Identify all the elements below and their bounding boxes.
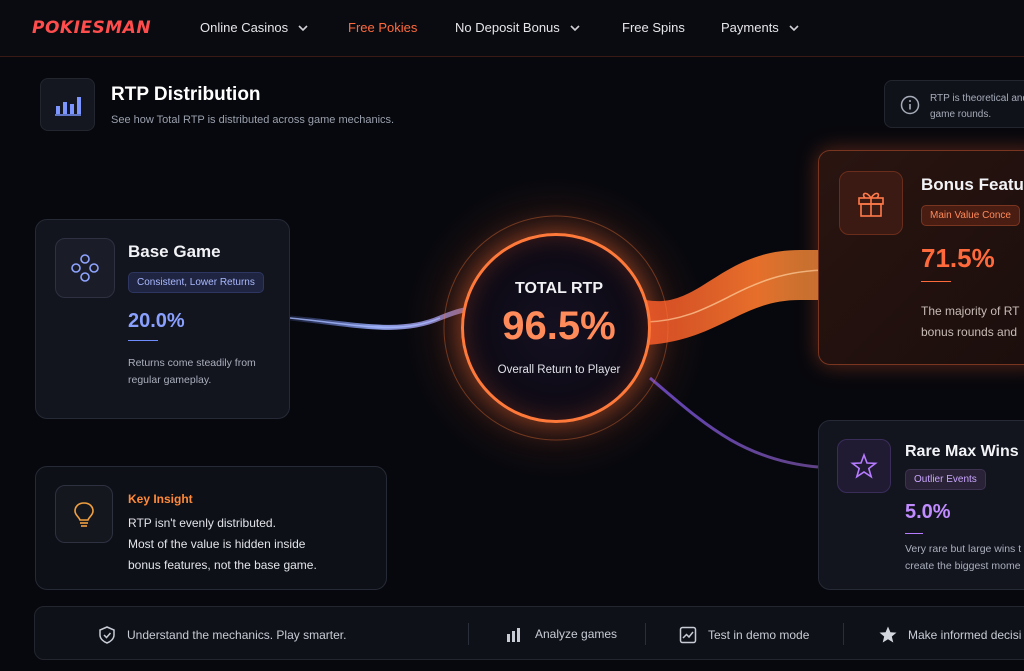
footer-item-analyze[interactable]: Analyze games bbox=[505, 625, 617, 643]
rare-desc: Very rare but large wins t create the bi… bbox=[905, 541, 1021, 575]
total-rtp-caption: Overall Return to Player bbox=[497, 364, 621, 376]
footer-item-understand: Understand the mechanics. Play smarter. bbox=[97, 625, 346, 645]
base-title: Base Game bbox=[128, 242, 221, 261]
base-tag: Consistent, Lower Returns bbox=[128, 272, 264, 293]
bar-chart-icon bbox=[507, 628, 520, 642]
rare-tag: Outlier Events bbox=[905, 469, 986, 490]
bonus-desc-line: The majority of RT bbox=[921, 304, 1020, 318]
bonus-tag: Main Value Conce bbox=[921, 205, 1020, 226]
footer-item-decisions[interactable]: Make informed decisi bbox=[878, 625, 1021, 645]
gamepad-icon bbox=[71, 254, 99, 282]
total-rtp-label: TOTAL RTP bbox=[515, 280, 603, 297]
key-insight-card: Key Insight RTP isn't evenly distributed… bbox=[35, 466, 387, 590]
insight-line: RTP isn't evenly distributed. bbox=[128, 516, 276, 530]
divider bbox=[645, 623, 646, 645]
base-icon-box bbox=[55, 238, 115, 298]
shield-check-icon bbox=[99, 626, 115, 644]
star-icon bbox=[850, 452, 878, 479]
base-game-card[interactable]: Base Game Consistent, Lower Returns 20.0… bbox=[35, 219, 290, 419]
base-desc-line: Returns come steadily from bbox=[128, 357, 256, 369]
divider bbox=[468, 623, 469, 645]
base-value: 20.0% bbox=[128, 310, 185, 332]
bonus-desc-line: bonus rounds and bbox=[921, 325, 1018, 339]
rare-max-wins-card[interactable]: Rare Max Wins Outlier Events 5.0% Very r… bbox=[818, 420, 1024, 590]
total-rtp-circle: TOTAL RTP 96.5% Overall Return to Player bbox=[461, 233, 651, 423]
gift-icon bbox=[858, 192, 884, 217]
rare-desc-line: Very rare but large wins t bbox=[905, 543, 1022, 555]
base-underline bbox=[128, 340, 158, 341]
rare-desc-line: create the biggest mome bbox=[905, 560, 1021, 572]
insight-line: bonus features, not the base game. bbox=[128, 558, 317, 572]
bonus-value: 71.5% bbox=[921, 243, 995, 273]
base-desc-line: regular gameplay. bbox=[128, 374, 212, 386]
footer-label: Analyze games bbox=[535, 627, 618, 641]
footer-label: Make informed decisi bbox=[908, 628, 1022, 642]
insight-line: Most of the value is hidden inside bbox=[128, 537, 306, 551]
insight-icon-box bbox=[55, 485, 113, 543]
rare-icon-box bbox=[837, 439, 891, 493]
rare-title: Rare Max Wins bbox=[905, 443, 1019, 460]
rare-underline bbox=[905, 533, 923, 534]
feature-bar: Understand the mechanics. Play smarter. … bbox=[34, 606, 1024, 660]
bonus-desc: The majority of RT bonus rounds and bbox=[921, 301, 1019, 343]
bonus-underline bbox=[921, 281, 951, 282]
divider bbox=[843, 623, 844, 645]
insight-body: RTP isn't evenly distributed. Most of th… bbox=[128, 513, 317, 576]
footer-label: Test in demo mode bbox=[708, 628, 810, 642]
bonus-icon-box bbox=[839, 171, 903, 235]
bonus-title: Bonus Featu bbox=[921, 175, 1024, 194]
footer-item-demo[interactable]: Test in demo mode bbox=[678, 625, 809, 645]
footer-label: Understand the mechanics. Play smarter. bbox=[127, 628, 347, 642]
bonus-features-card[interactable]: Bonus Featu Main Value Conce 71.5% The m… bbox=[818, 150, 1024, 365]
chart-box-icon bbox=[679, 626, 697, 644]
total-rtp-value: 96.5% bbox=[502, 304, 616, 348]
insight-title: Key Insight bbox=[128, 492, 193, 506]
lightbulb-icon bbox=[74, 502, 94, 527]
rare-value: 5.0% bbox=[905, 501, 951, 523]
base-desc: Returns come steadily from regular gamep… bbox=[128, 355, 256, 389]
star-icon bbox=[879, 626, 897, 643]
